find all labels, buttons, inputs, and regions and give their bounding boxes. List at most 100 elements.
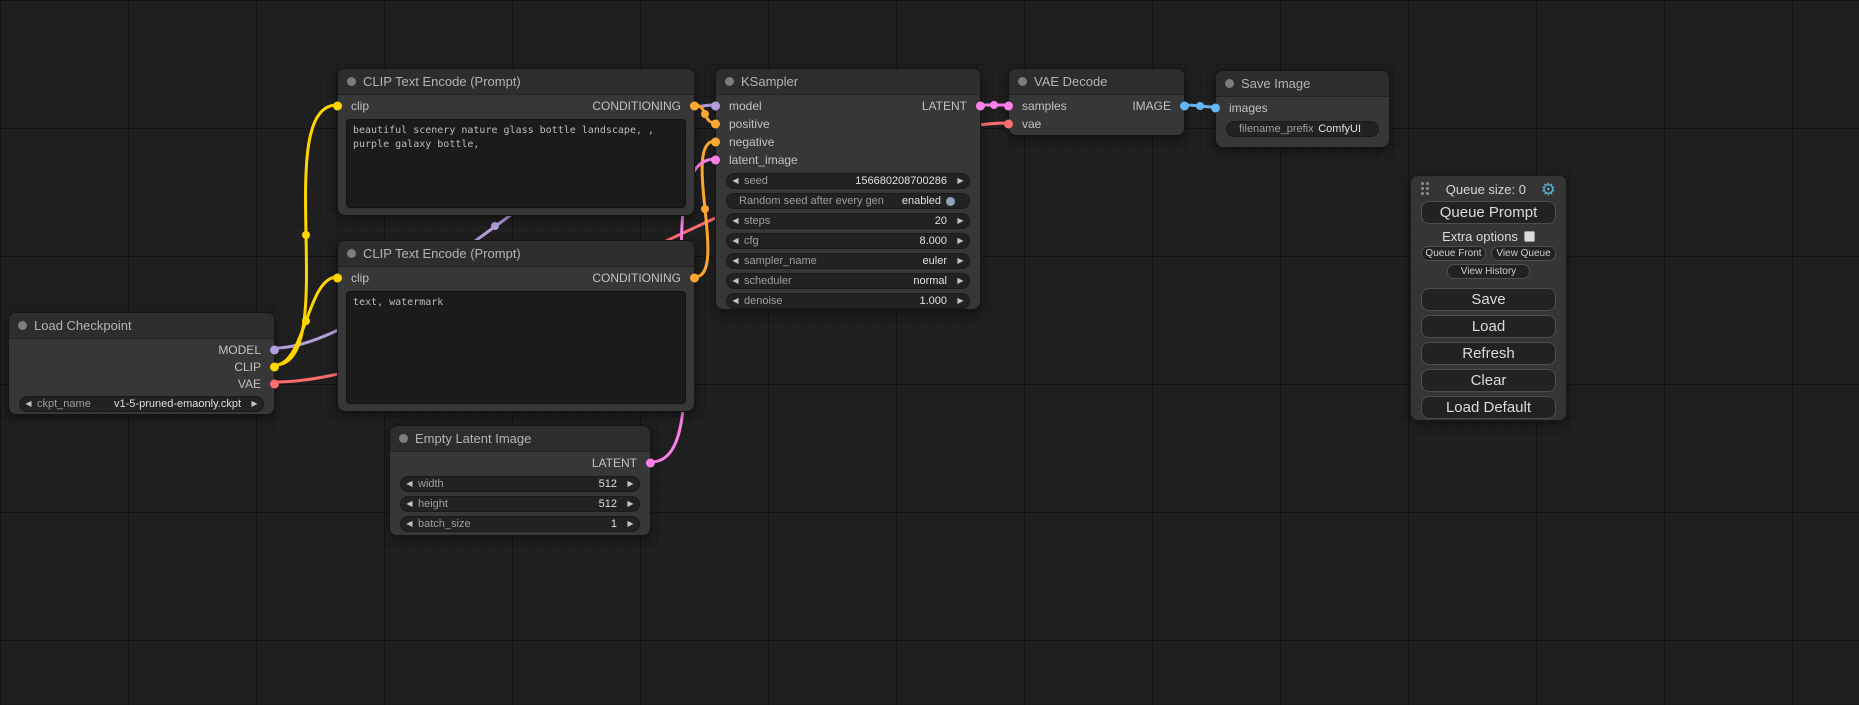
input-slot-clip[interactable]	[333, 102, 342, 111]
widget-seed[interactable]: ◀ seed 156680208700286 ▶	[726, 173, 970, 189]
widget-random-seed-toggle[interactable]: Random seed after every gen enabled	[726, 193, 970, 209]
node-vae-decode[interactable]: VAE Decode samples IMAGE vae	[1008, 68, 1185, 136]
output-slot-clip[interactable]	[270, 362, 279, 371]
node-title-bar[interactable]: CLIP Text Encode (Prompt)	[338, 241, 694, 267]
node-load-checkpoint[interactable]: Load Checkpoint MODEL CLIP VAE ◀ ckpt_na…	[8, 312, 275, 415]
node-title-bar[interactable]: Load Checkpoint	[9, 313, 274, 339]
increment-arrow-icon[interactable]: ▶	[622, 497, 639, 511]
toggle-dot-icon[interactable]	[946, 197, 955, 206]
node-clip-text-encode-positive[interactable]: CLIP Text Encode (Prompt) clip CONDITION…	[337, 68, 695, 216]
widget-name: Random seed after every gen	[739, 195, 897, 207]
widget-value[interactable]: 20	[935, 215, 947, 227]
load-button[interactable]: Load	[1421, 315, 1556, 338]
input-slot-model[interactable]	[711, 102, 720, 111]
comfy-menu[interactable]: Queue size: 0 ⚙ Queue Prompt Extra optio…	[1410, 175, 1567, 421]
node-save-image[interactable]: Save Image images filename_prefix ComfyU…	[1215, 70, 1390, 148]
output-slot-model[interactable]	[270, 345, 279, 354]
input-slot-images[interactable]	[1211, 104, 1220, 113]
output-slot-latent[interactable]	[646, 459, 655, 468]
widget-value[interactable]: enabled	[902, 195, 941, 207]
increment-arrow-icon[interactable]: ▶	[952, 254, 969, 268]
node-clip-text-encode-negative[interactable]: CLIP Text Encode (Prompt) clip CONDITION…	[337, 240, 695, 412]
decrement-arrow-icon[interactable]: ◀	[401, 497, 418, 511]
node-ksampler[interactable]: KSampler model LATENT positive negative …	[715, 68, 981, 310]
widget-value[interactable]: euler	[923, 255, 947, 267]
widget-ckpt-name[interactable]: ◀ ckpt_name v1-5-pruned-emaonly.ckpt ▶	[19, 396, 264, 412]
collapse-dot-icon[interactable]	[399, 434, 408, 443]
decrement-arrow-icon[interactable]: ◀	[727, 174, 744, 188]
decrement-arrow-icon[interactable]: ◀	[401, 517, 418, 531]
collapse-dot-icon[interactable]	[18, 321, 27, 330]
increment-arrow-icon[interactable]: ▶	[246, 397, 263, 411]
refresh-button[interactable]: Refresh	[1421, 342, 1556, 365]
increment-arrow-icon[interactable]: ▶	[622, 477, 639, 491]
widget-value[interactable]: 156680208700286	[855, 175, 947, 187]
view-history-button[interactable]: View History	[1447, 264, 1531, 279]
increment-arrow-icon[interactable]: ▶	[952, 274, 969, 288]
clear-button[interactable]: Clear	[1421, 369, 1556, 392]
collapse-dot-icon[interactable]	[1018, 77, 1027, 86]
increment-arrow-icon[interactable]: ▶	[952, 294, 969, 308]
view-queue-button[interactable]: View Queue	[1491, 246, 1556, 261]
decrement-arrow-icon[interactable]: ◀	[727, 294, 744, 308]
widget-denoise[interactable]: ◀ denoise 1.000 ▶	[726, 293, 970, 309]
output-slot-image[interactable]	[1180, 102, 1189, 111]
widget-value[interactable]: normal	[913, 275, 947, 287]
widget-value[interactable]: ComfyUI	[1318, 123, 1361, 135]
widget-value[interactable]: 512	[599, 498, 617, 510]
decrement-arrow-icon[interactable]: ◀	[20, 397, 37, 411]
widget-steps[interactable]: ◀ steps 20 ▶	[726, 213, 970, 229]
increment-arrow-icon[interactable]: ▶	[952, 234, 969, 248]
queue-front-button[interactable]: Queue Front	[1421, 246, 1486, 261]
widget-filename-prefix[interactable]: filename_prefix ComfyUI	[1226, 121, 1379, 137]
node-title-bar[interactable]: Save Image	[1216, 71, 1389, 97]
input-slot-vae[interactable]	[1004, 120, 1013, 129]
widget-sampler-name[interactable]: ◀ sampler_name euler ▶	[726, 253, 970, 269]
prompt-textarea[interactable]: text, watermark	[346, 291, 686, 404]
prompt-textarea[interactable]: beautiful scenery nature glass bottle la…	[346, 119, 686, 208]
collapse-dot-icon[interactable]	[725, 77, 734, 86]
input-slot-samples[interactable]	[1004, 102, 1013, 111]
decrement-arrow-icon[interactable]: ◀	[401, 477, 418, 491]
collapse-dot-icon[interactable]	[347, 77, 356, 86]
widget-cfg[interactable]: ◀ cfg 8.000 ▶	[726, 233, 970, 249]
widget-value[interactable]: 1	[611, 518, 617, 530]
collapse-dot-icon[interactable]	[1225, 79, 1234, 88]
widget-width[interactable]: ◀ width 512 ▶	[400, 476, 640, 492]
widget-scheduler[interactable]: ◀ scheduler normal ▶	[726, 273, 970, 289]
widget-value[interactable]: v1-5-pruned-emaonly.ckpt	[114, 398, 241, 410]
widget-value[interactable]: 512	[599, 478, 617, 490]
output-slot-latent[interactable]	[976, 102, 985, 111]
node-title-bar[interactable]: CLIP Text Encode (Prompt)	[338, 69, 694, 95]
settings-gear-icon[interactable]: ⚙	[1541, 181, 1556, 198]
increment-arrow-icon[interactable]: ▶	[952, 214, 969, 228]
decrement-arrow-icon[interactable]: ◀	[727, 274, 744, 288]
input-slot-clip[interactable]	[333, 274, 342, 283]
node-empty-latent-image[interactable]: Empty Latent Image LATENT ◀ width 512 ▶ …	[389, 425, 651, 536]
input-slot-negative[interactable]	[711, 138, 720, 147]
drag-handle-icon[interactable]	[1421, 182, 1431, 197]
extra-options-checkbox[interactable]	[1524, 231, 1535, 242]
increment-arrow-icon[interactable]: ▶	[952, 174, 969, 188]
queue-prompt-button[interactable]: Queue Prompt	[1421, 201, 1556, 224]
widget-height[interactable]: ◀ height 512 ▶	[400, 496, 640, 512]
decrement-arrow-icon[interactable]: ◀	[727, 214, 744, 228]
graph-canvas[interactable]: Load Checkpoint MODEL CLIP VAE ◀ ckpt_na…	[0, 0, 1859, 705]
input-slot-latent-image[interactable]	[711, 156, 720, 165]
node-title-bar[interactable]: Empty Latent Image	[390, 426, 650, 452]
node-title-bar[interactable]: KSampler	[716, 69, 980, 95]
widget-value[interactable]: 1.000	[919, 295, 947, 307]
node-title-bar[interactable]: VAE Decode	[1009, 69, 1184, 95]
output-slot-conditioning[interactable]	[690, 274, 699, 283]
save-button[interactable]: Save	[1421, 288, 1556, 311]
widget-batch-size[interactable]: ◀ batch_size 1 ▶	[400, 516, 640, 532]
increment-arrow-icon[interactable]: ▶	[622, 517, 639, 531]
decrement-arrow-icon[interactable]: ◀	[727, 254, 744, 268]
collapse-dot-icon[interactable]	[347, 249, 356, 258]
input-slot-positive[interactable]	[711, 120, 720, 129]
load-default-button[interactable]: Load Default	[1421, 396, 1556, 419]
decrement-arrow-icon[interactable]: ◀	[727, 234, 744, 248]
output-slot-conditioning[interactable]	[690, 102, 699, 111]
widget-value[interactable]: 8.000	[919, 235, 947, 247]
output-slot-vae[interactable]	[270, 379, 279, 388]
